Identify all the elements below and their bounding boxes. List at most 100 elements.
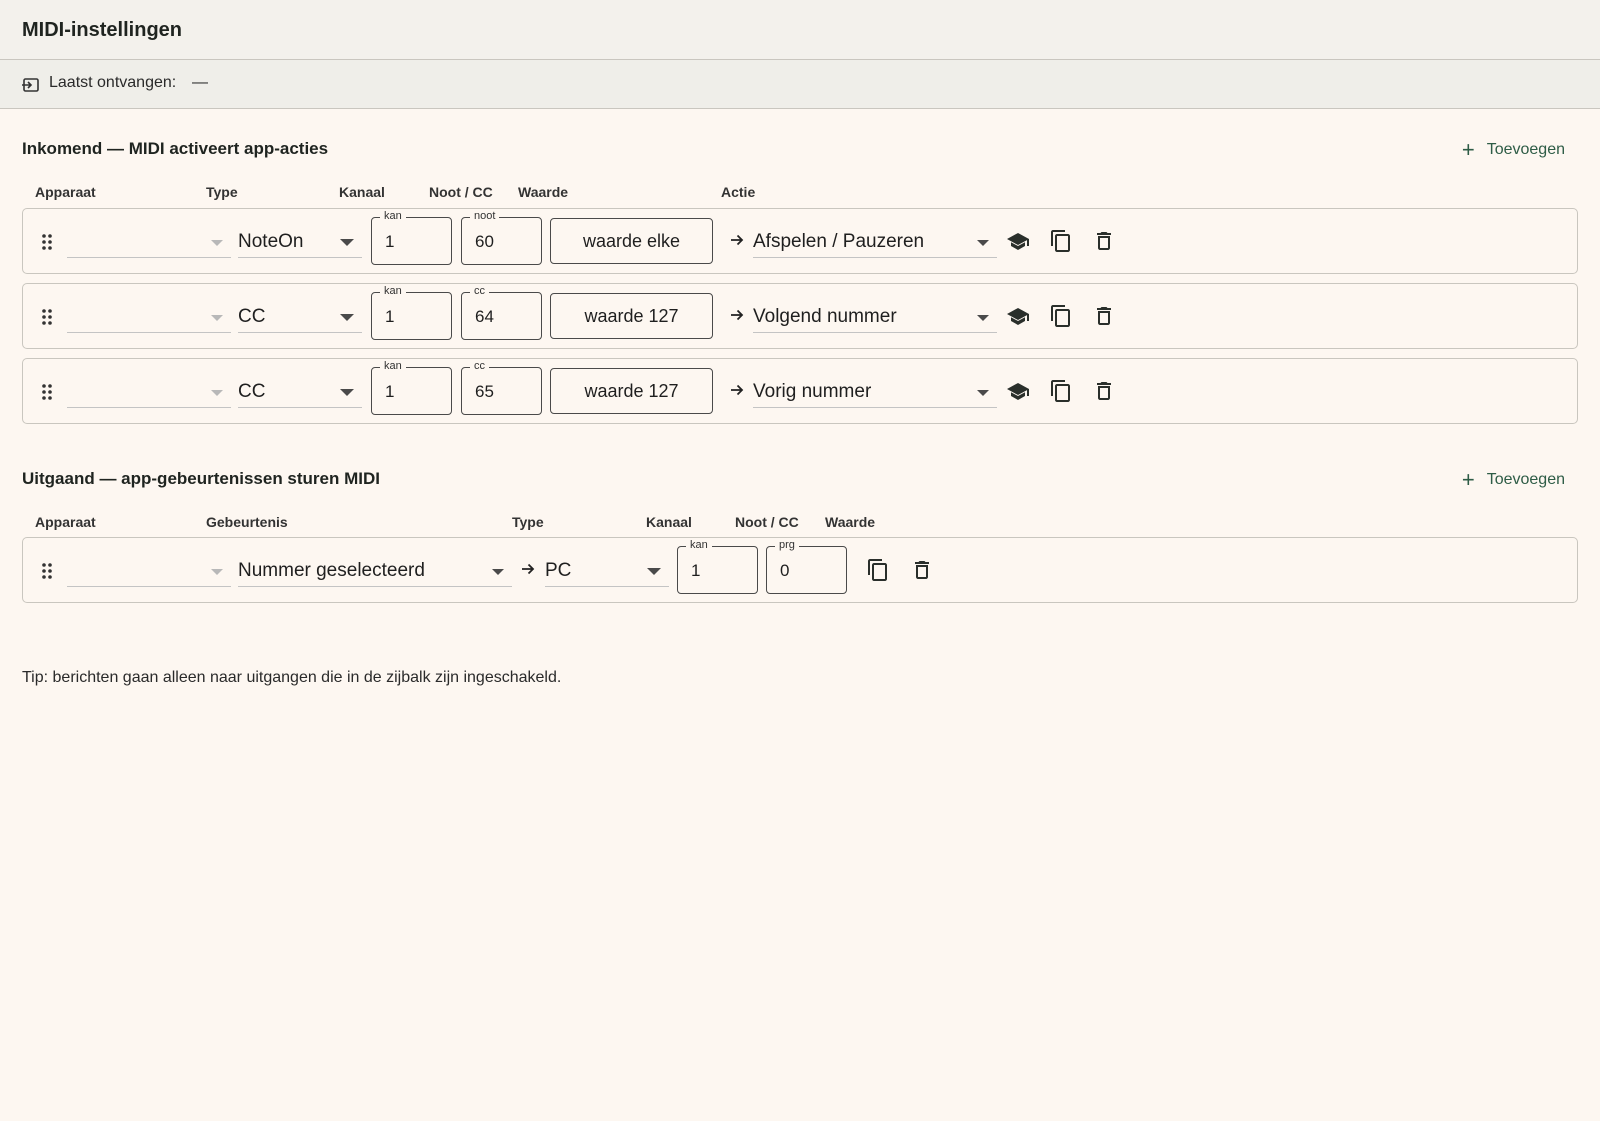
drag-handle-icon[interactable] [41,562,53,580]
last-received-label: Laatst ontvangen: [49,74,177,91]
type-select[interactable]: NoteOn [238,227,362,258]
col-header-type: Type [206,184,238,200]
channel-field-value: 1 [385,382,395,401]
value-button[interactable]: waarde 127 [550,293,713,339]
col-header-device: Apparaat [35,514,96,530]
input-icon [22,76,40,94]
chevron-down-icon [492,569,504,575]
chevron-down-icon [340,389,354,396]
incoming-rule-row: NoteOn kan 1 noot 60 waarde elke Afspele… [22,208,1578,274]
drag-handle-icon[interactable] [41,383,53,401]
chevron-down-icon [211,315,223,321]
device-select[interactable] [67,302,231,333]
learn-icon[interactable] [1006,304,1030,328]
channel-field-legend: kan [380,210,406,222]
device-select[interactable] [67,227,231,258]
channel-field-value: 1 [691,561,701,580]
col-header-note: Noot / CC [735,514,799,530]
chevron-down-icon [340,239,354,246]
outgoing-add-button[interactable]: + Toevoegen [1462,466,1565,494]
type-select[interactable]: CC [238,302,362,333]
copy-icon[interactable] [866,558,890,582]
channel-field[interactable]: kan 1 [371,360,452,415]
delete-icon[interactable] [1092,379,1116,403]
learn-icon[interactable] [1006,229,1030,253]
program-field-legend: prg [775,539,799,551]
outgoing-section-title: Uitgaand — app-gebeurtenissen sturen MID… [22,469,380,488]
chevron-down-icon [340,314,354,321]
chevron-down-icon [977,315,989,321]
channel-field[interactable]: kan 1 [371,210,452,265]
program-field[interactable]: prg 0 [766,539,847,594]
copy-icon[interactable] [1049,304,1073,328]
type-select-value: NoteOn [238,231,304,252]
cc-field-value: 64 [475,307,494,326]
incoming-rule-row: CC kan 1 cc 64 waarde 127 Volgend nummer [22,283,1578,349]
delete-icon[interactable] [1092,304,1116,328]
event-select[interactable]: Nummer geselecteerd [238,556,512,587]
chevron-down-icon [647,568,661,575]
channel-field-legend: kan [380,360,406,372]
chevron-down-icon [977,390,989,396]
plus-icon: + [1461,137,1475,162]
device-select[interactable] [67,556,231,587]
event-select-value: Nummer geselecteerd [238,560,425,581]
col-header-type: Type [512,514,544,530]
top-bar: MIDI-instellingen [0,0,1600,60]
col-header-event: Gebeurtenis [206,514,288,530]
channel-field-legend: kan [686,539,712,551]
cc-field-value: 65 [475,382,494,401]
incoming-section-title: Inkomend — MIDI activeert app-acties [22,139,329,158]
col-header-value: Waarde [825,514,876,530]
program-field-value: 0 [780,561,790,580]
incoming-add-button[interactable]: + Toevoegen [1462,136,1565,164]
action-select[interactable]: Vorig nummer [753,377,997,408]
col-header-channel: Kanaal [339,184,385,200]
type-select-value: CC [238,381,266,402]
device-select[interactable] [67,377,231,408]
note-field-legend: noot [470,210,500,222]
type-select-value: PC [545,560,572,581]
action-select-value: Vorig nummer [753,381,872,402]
channel-field[interactable]: kan 1 [371,285,452,340]
last-received-value: — [192,74,208,91]
channel-field-value: 1 [385,232,395,251]
status-bar: Laatst ontvangen: — [0,60,1600,109]
chevron-down-icon [211,569,223,575]
action-select[interactable]: Afspelen / Pauzeren [753,227,997,258]
chevron-down-icon [211,390,223,396]
type-select[interactable]: PC [545,556,669,587]
channel-field-value: 1 [385,307,395,326]
col-header-action: Actie [721,184,756,200]
drag-handle-icon[interactable] [41,308,53,326]
type-select-value: CC [238,306,266,327]
cc-field[interactable]: cc 65 [461,360,542,415]
cc-field-legend: cc [470,285,489,297]
col-header-channel: Kanaal [646,514,692,530]
delete-icon[interactable] [910,558,934,582]
drag-handle-icon[interactable] [41,233,53,251]
value-button[interactable]: waarde 127 [550,368,713,414]
delete-icon[interactable] [1092,229,1116,253]
cc-field-legend: cc [470,360,489,372]
outgoing-rule-row: Nummer geselecteerd PC kan 1 prg 0 [22,537,1578,603]
incoming-rule-row: CC kan 1 cc 65 waarde 127 Vorig nummer [22,358,1578,424]
type-select[interactable]: CC [238,377,362,408]
note-field[interactable]: noot 60 [461,210,542,265]
copy-icon[interactable] [1049,379,1073,403]
col-header-note: Noot / CC [429,184,493,200]
channel-field[interactable]: kan 1 [677,539,758,594]
action-select-value: Afspelen / Pauzeren [753,231,925,252]
col-header-value: Waarde [518,184,569,200]
value-button[interactable]: waarde elke [550,218,713,264]
cc-field[interactable]: cc 64 [461,285,542,340]
action-select[interactable]: Volgend nummer [753,302,997,333]
learn-icon[interactable] [1006,379,1030,403]
outgoing-add-label: Toevoegen [1486,471,1565,488]
note-field-value: 60 [475,232,494,251]
copy-icon[interactable] [1049,229,1073,253]
channel-field-legend: kan [380,285,406,297]
incoming-add-label: Toevoegen [1486,141,1565,158]
page-title: MIDI-instellingen [22,19,182,41]
chevron-down-icon [977,240,989,246]
